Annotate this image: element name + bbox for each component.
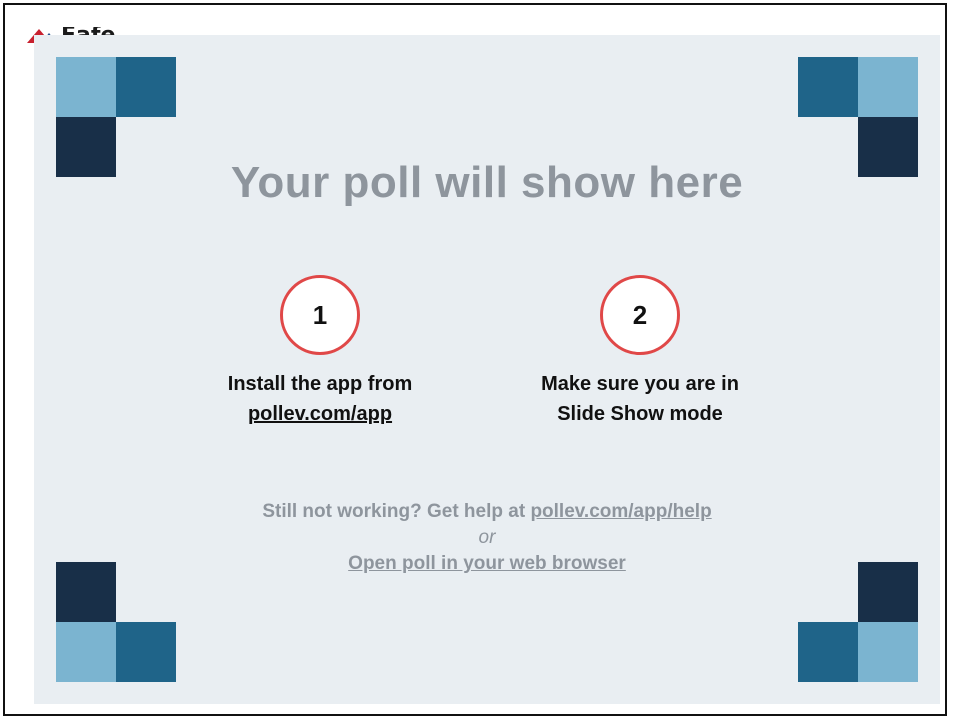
step-number-badge: 2 [600, 275, 680, 355]
corner-square-bottom-left-mid [116, 622, 176, 682]
step-install-app: 1 Install the app from pollev.com/app [170, 275, 470, 429]
step-line: Slide Show mode [557, 403, 723, 425]
page-title: Your poll will show here [230, 158, 744, 207]
install-app-link[interactable]: pollev.com/app [248, 403, 392, 425]
help-text: Still not working? Get help at [262, 501, 531, 522]
corner-square-top-left-light [56, 57, 116, 117]
corner-square-bottom-right-light [858, 622, 918, 682]
corner-square-top-right-mid [798, 57, 858, 117]
step-number-badge: 1 [280, 275, 360, 355]
poll-placeholder-panel: Your poll will show here 1 Install the a… [34, 35, 940, 704]
open-in-browser-link[interactable]: Open poll in your web browser [348, 553, 626, 574]
step-line: Install the app from [227, 373, 413, 395]
corner-square-top-left-mid [116, 57, 176, 117]
corner-square-bottom-left-light [56, 622, 116, 682]
step-text: Make sure you are in Slide Show mode [490, 369, 790, 429]
or-separator: or [478, 527, 496, 548]
help-section: Still not working? Get help at pollev.co… [34, 497, 940, 579]
corner-square-top-right-light [858, 57, 918, 117]
step-line: Make sure you are in [541, 373, 739, 395]
step-text: Install the app from pollev.com/app [170, 369, 470, 429]
step-slide-show-mode: 2 Make sure you are in Slide Show mode [490, 275, 790, 429]
help-link[interactable]: pollev.com/app/help [530, 501, 711, 522]
corner-square-bottom-right-mid [798, 622, 858, 682]
